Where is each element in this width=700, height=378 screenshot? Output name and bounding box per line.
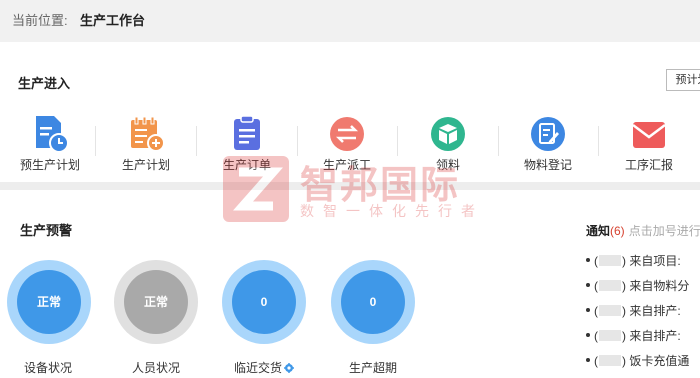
entry-material-requisition[interactable]: 领料 bbox=[398, 114, 498, 176]
calendar-plus-icon bbox=[131, 116, 165, 152]
gauge-value: 正常 bbox=[17, 270, 81, 334]
gauge-label: 设备状况 bbox=[23, 361, 72, 375]
entry-label: 生产计划 bbox=[121, 158, 170, 172]
box-icon bbox=[431, 117, 465, 151]
masked-text bbox=[599, 280, 621, 291]
plan-button[interactable]: 预计划 bbox=[666, 69, 700, 91]
equipment-status-gauge[interactable]: 正常 bbox=[7, 260, 91, 344]
edit-doc-icon bbox=[531, 117, 565, 151]
gauge-label: 生产超期 bbox=[348, 361, 397, 375]
breadcrumb: 当前位置: 生产工作台 bbox=[0, 0, 700, 42]
notice-item[interactable]: () 来自物料分 bbox=[586, 277, 700, 302]
gauge-value: 0 bbox=[232, 270, 296, 334]
entry-label: 物料登记 bbox=[523, 158, 572, 172]
entry-label: 预生产计划 bbox=[19, 158, 80, 172]
gauge-value: 0 bbox=[341, 270, 405, 334]
entry-label: 生产订单 bbox=[222, 158, 271, 172]
notice-header: 通知(6) 点击加号进行 bbox=[586, 222, 700, 239]
notice-text: 饭卡充值通 bbox=[629, 354, 690, 368]
entry-process-report[interactable]: 工序汇报 bbox=[599, 114, 699, 176]
notice-panel: 通知(6) 点击加号进行 () 来自项目: () 来自物料分 () 来自排产: (… bbox=[586, 222, 700, 378]
notice-text: 来自项目: bbox=[629, 254, 681, 268]
entry-production-dispatch[interactable]: 生产派工 bbox=[297, 114, 397, 176]
gauge-label: 人员状况 bbox=[131, 361, 180, 375]
section-separator bbox=[0, 182, 700, 190]
production-entry-panel: 生产进入 预计划 预生产计划 生产计划 bbox=[0, 42, 700, 182]
production-overdue-gauge[interactable]: 0 bbox=[331, 260, 415, 344]
masked-text bbox=[599, 330, 621, 341]
mail-icon bbox=[632, 122, 666, 148]
masked-text bbox=[599, 355, 621, 366]
notice-text: 来自排产: bbox=[629, 304, 681, 318]
bullet bbox=[586, 283, 590, 287]
gauge-label-with-gear: 临近交货 bbox=[214, 359, 314, 376]
gear-icon[interactable] bbox=[284, 363, 294, 373]
bullet bbox=[586, 258, 590, 262]
notice-count: (6) bbox=[610, 224, 625, 238]
entry-material-registration[interactable]: 物料登记 bbox=[498, 114, 598, 176]
entry-label: 工序汇报 bbox=[624, 158, 673, 172]
gauge-value: 正常 bbox=[124, 270, 188, 334]
entry-production-plan[interactable]: 生产计划 bbox=[96, 114, 196, 176]
notice-title: 通知 bbox=[586, 224, 611, 238]
masked-text bbox=[599, 255, 621, 266]
entry-pre-production-plan[interactable]: 预生产计划 bbox=[0, 114, 100, 176]
entry-label: 生产派工 bbox=[322, 158, 371, 172]
notice-hint: 点击加号进行 bbox=[628, 224, 700, 238]
production-warning-title: 生产预警 bbox=[20, 223, 73, 238]
notice-item[interactable]: () 来自项目: bbox=[586, 252, 700, 277]
near-delivery-gauge[interactable]: 0 bbox=[222, 260, 306, 344]
notice-item[interactable]: () 饭卡充值通 bbox=[586, 352, 700, 377]
bullet bbox=[586, 333, 590, 337]
clipboard-icon bbox=[234, 115, 260, 150]
personnel-status-gauge[interactable]: 正常 bbox=[114, 260, 198, 344]
notice-text: 来自物料分 bbox=[629, 279, 690, 293]
masked-text bbox=[599, 305, 621, 316]
notice-item[interactable]: () 来自排产: bbox=[586, 302, 700, 327]
swap-arrows-icon bbox=[330, 117, 364, 151]
production-entry-title: 生产进入 bbox=[18, 76, 71, 91]
breadcrumb-current: 生产工作台 bbox=[80, 13, 146, 28]
notice-text: 来自排产: bbox=[629, 329, 681, 343]
entry-production-order[interactable]: 生产订单 bbox=[197, 114, 297, 176]
doc-clock-icon bbox=[36, 116, 69, 153]
breadcrumb-label: 当前位置: bbox=[12, 13, 68, 28]
entry-label: 领料 bbox=[435, 158, 460, 172]
notice-item[interactable]: () 来自排产: bbox=[586, 327, 700, 352]
gauge-label: 临近交货 bbox=[233, 361, 282, 375]
bullet bbox=[586, 358, 590, 362]
bullet bbox=[586, 308, 590, 312]
notice-list: () 来自项目: () 来自物料分 () 来自排产: () 来自排产: () 饭… bbox=[586, 252, 700, 377]
